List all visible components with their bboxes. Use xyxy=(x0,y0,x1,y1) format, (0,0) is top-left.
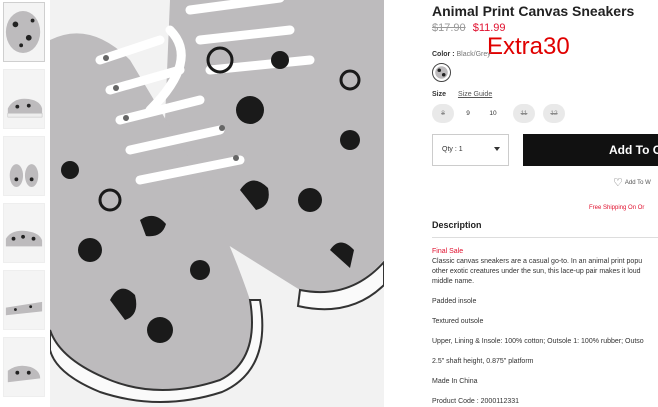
product-title: Animal Print Canvas Sneakers xyxy=(432,3,635,19)
add-to-cart-button[interactable]: Add To C xyxy=(523,134,658,166)
sneaker-image xyxy=(4,3,44,61)
final-sale-label: Final Sale xyxy=(432,248,464,255)
promo-code-overlay: Extra30 xyxy=(487,33,570,60)
color-label: Color : xyxy=(432,51,455,58)
quantity-select[interactable]: Qty : 1 xyxy=(432,134,509,166)
description-divider xyxy=(432,237,658,238)
product-code: Product Code : 2000112331 xyxy=(432,398,520,405)
thumbnail-3[interactable] xyxy=(3,136,45,196)
wishlist-label: Add To W xyxy=(624,180,651,187)
main-product-image xyxy=(50,0,384,407)
detail-item: 2.5" shaft height, 0.875" platform xyxy=(432,358,534,365)
thumbnail-2[interactable] xyxy=(3,69,45,129)
thumbnail-5[interactable] xyxy=(3,270,45,330)
original-price: $17.90 xyxy=(432,22,466,34)
detail-item: Made In China xyxy=(432,378,478,385)
sneaker-image xyxy=(4,204,44,262)
free-shipping-notice: Free Shipping On Or xyxy=(589,205,645,211)
size-option-10[interactable]: 10 xyxy=(482,104,504,123)
size-option-9[interactable]: 9 xyxy=(457,104,479,123)
quantity-value: Qty : 1 xyxy=(442,146,463,153)
sneaker-image xyxy=(4,70,44,128)
description-line: middle name. xyxy=(432,278,475,285)
thumbnail-list xyxy=(0,0,46,407)
sneaker-image xyxy=(4,137,44,195)
description-line: other exotic creatures under the sun, th… xyxy=(432,268,641,275)
detail-item: Padded insole xyxy=(432,298,477,305)
thumbnail-4[interactable] xyxy=(3,203,45,263)
size-label: Size xyxy=(432,91,447,98)
size-guide-link[interactable]: Size Guide xyxy=(458,91,492,98)
thumbnail-1[interactable] xyxy=(3,2,45,62)
description-heading: Description xyxy=(432,220,482,230)
swatch-pattern xyxy=(435,66,448,79)
size-option-8[interactable]: 8 xyxy=(432,104,454,123)
description-line: Classic canvas sneakers are a casual go-… xyxy=(432,258,643,265)
detail-item: Upper, Lining & Insole: 100% cotton; Out… xyxy=(432,338,644,345)
size-option-11[interactable]: 11 xyxy=(513,104,535,123)
sneaker-image xyxy=(4,271,44,329)
size-row: Size Size Guide xyxy=(432,91,492,98)
color-swatch-black-grey[interactable] xyxy=(432,63,451,82)
size-option-12[interactable]: 12 xyxy=(543,104,565,123)
heart-icon: ♡ xyxy=(613,177,623,189)
size-options: 8 9 10 11 12 xyxy=(432,104,658,124)
product-info-panel: Animal Print Canvas Sneakers $17.90 $11.… xyxy=(432,0,658,407)
sneaker-image xyxy=(4,338,44,396)
description-paragraph: Classic canvas sneakers are a casual go-… xyxy=(432,257,658,287)
sneaker-pair-image xyxy=(50,0,384,407)
color-row: Color : Black/Grey xyxy=(432,51,491,58)
color-value: Black/Grey xyxy=(456,51,491,58)
description-body: Final Sale Classic canvas sneakers are a… xyxy=(432,247,658,407)
thumbnail-6[interactable] xyxy=(3,337,45,397)
detail-item: Textured outsole xyxy=(432,318,484,325)
add-to-wishlist-link[interactable]: ♡ Add To W xyxy=(613,176,651,189)
chevron-down-icon xyxy=(494,147,500,151)
